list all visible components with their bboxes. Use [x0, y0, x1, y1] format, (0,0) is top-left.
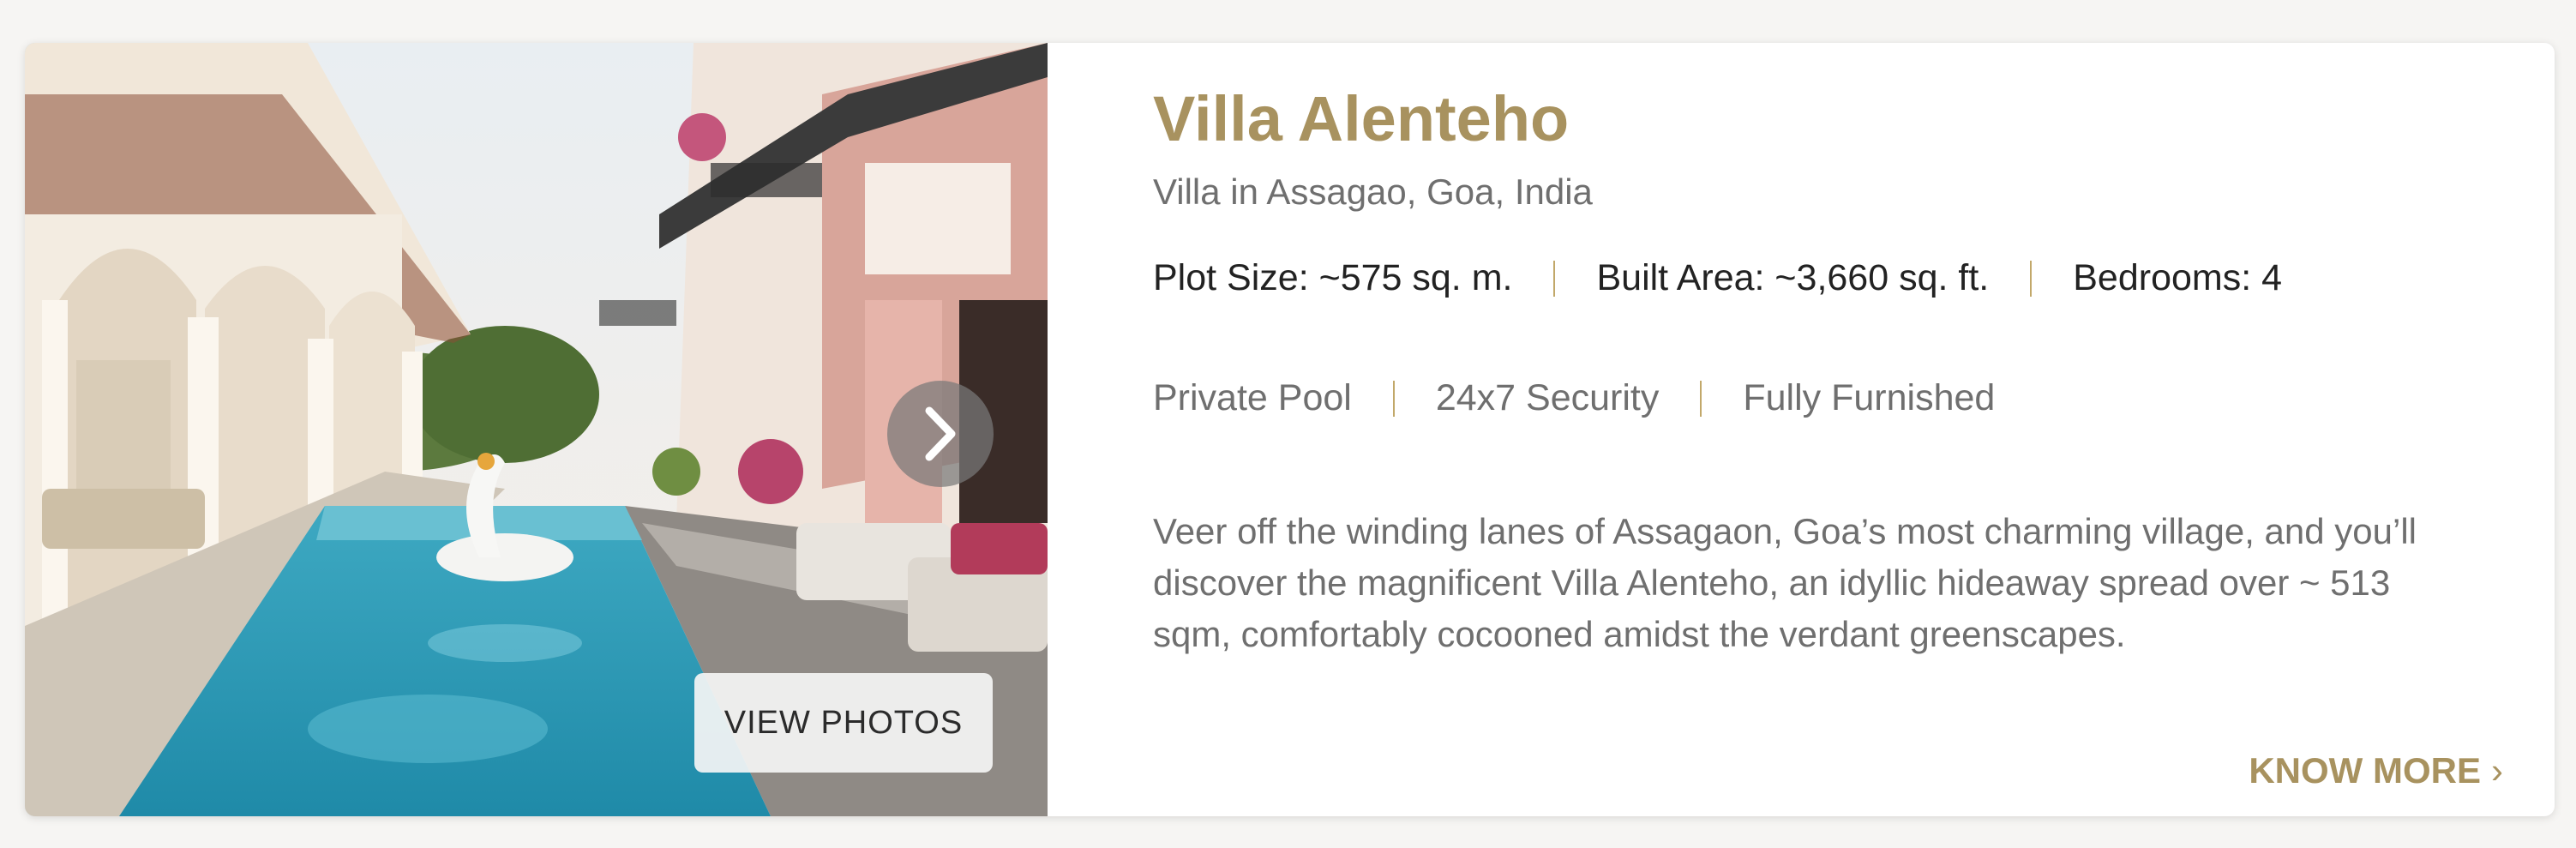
know-more-label: KNOW MORE — [2249, 750, 2481, 791]
stat-bedrooms: Bedrooms: 4 — [2073, 257, 2283, 298]
stat-plot-size: Plot Size: ~575 sq. m. — [1153, 257, 1513, 298]
property-card: VIEW PHOTOS Villa Alenteho Villa in Assa… — [25, 43, 2555, 816]
view-photos-button[interactable]: VIEW PHOTOS — [694, 673, 993, 773]
listing-location: Villa in Assagao, Goa, India — [1153, 171, 1593, 212]
divider — [1392, 380, 1395, 417]
divider — [1553, 260, 1556, 297]
feature-private-pool: Private Pool — [1153, 377, 1352, 418]
next-photo-button[interactable] — [887, 381, 994, 487]
listing-info: Villa Alenteho Villa in Assagao, Goa, In… — [1153, 43, 2503, 816]
property-stats: Plot Size: ~575 sq. m. Built Area: ~3,66… — [1153, 257, 2282, 299]
divider — [1700, 380, 1702, 417]
stat-built-area: Built Area: ~3,660 sq. ft. — [1596, 257, 1990, 298]
chevron-right-icon — [925, 406, 956, 461]
chevron-right-icon: › — [2491, 750, 2503, 791]
property-photo[interactable]: VIEW PHOTOS — [25, 43, 1048, 816]
feature-furnished: Fully Furnished — [1743, 377, 1996, 418]
divider — [2030, 260, 2033, 297]
listing-description: Veer off the winding lanes of Assagaon, … — [1153, 511, 2417, 654]
property-features: Private Pool 24x7 Security Fully Furnish… — [1153, 377, 1995, 419]
know-more-link[interactable]: KNOW MORE › — [2249, 750, 2503, 791]
feature-security: 24x7 Security — [1435, 377, 1660, 418]
listing-title[interactable]: Villa Alenteho — [1153, 82, 1569, 155]
